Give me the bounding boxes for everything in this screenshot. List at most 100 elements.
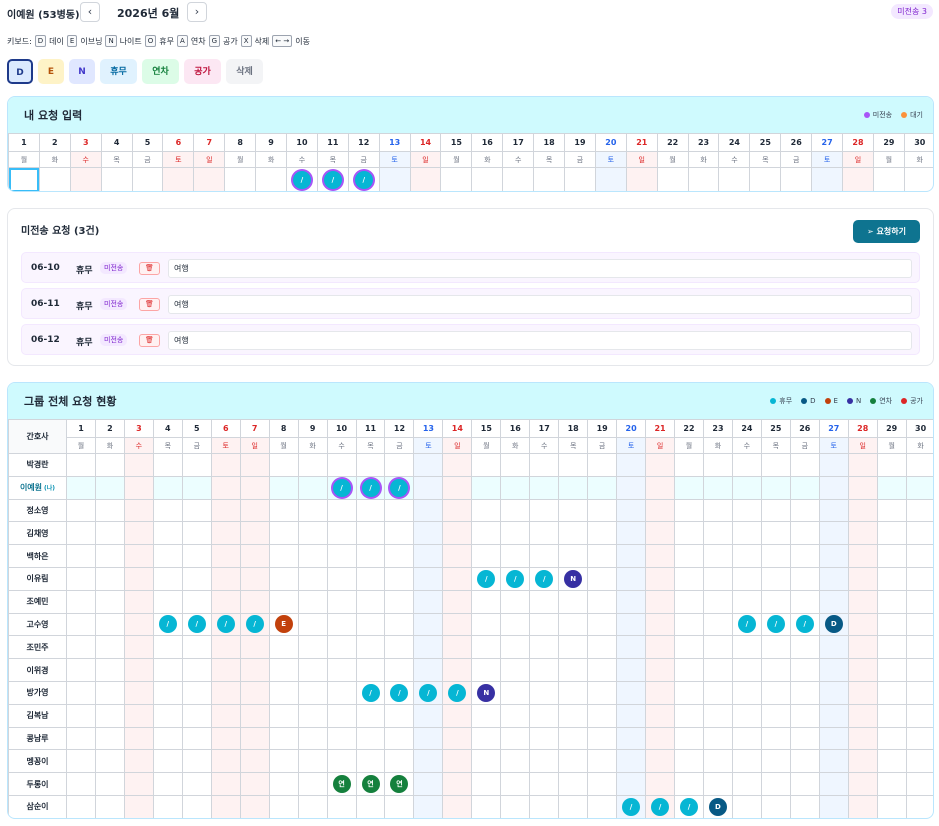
key-cap: X (240, 35, 252, 47)
my-request-cell[interactable] (255, 167, 288, 191)
my-request-cell[interactable] (224, 167, 257, 191)
my-request-cell[interactable] (749, 167, 782, 191)
shift-button[interactable]: D (7, 59, 33, 84)
nurse-day-cell (413, 521, 444, 546)
my-request-cell[interactable] (38, 167, 71, 191)
my-request-cell[interactable] (471, 167, 504, 191)
nurse-day-cell (152, 498, 183, 523)
delete-request-button[interactable]: 🗑 (139, 262, 160, 275)
nurse-day-cell (152, 658, 183, 682)
nurse-day-cell (529, 521, 560, 546)
nurse-day-cell (702, 635, 733, 660)
day-number: 28 (847, 419, 878, 438)
nurse-day-cell: / (152, 612, 183, 637)
my-request-cell[interactable] (502, 167, 535, 191)
key-cap: D (34, 35, 47, 47)
day-number: 12 (347, 133, 380, 152)
nurse-day-cell (355, 658, 386, 682)
request-status-badge: 미전송 (100, 334, 128, 346)
off-request-icon: / (419, 683, 438, 702)
nurse-day-cell (674, 635, 704, 660)
my-request-cell[interactable] (162, 167, 195, 191)
nurse-day-cell (876, 772, 907, 796)
day-number: 23 (687, 133, 720, 152)
nurse-day-cell (239, 589, 270, 614)
nurse-day-cell (297, 794, 328, 818)
nurse-day-cell (847, 772, 878, 796)
shift-button[interactable]: N (69, 59, 95, 84)
request-note-input[interactable]: 여행 (168, 331, 912, 350)
nurse-day-cell (471, 703, 502, 728)
my-request-cell[interactable] (193, 167, 226, 191)
request-date: 06-12 (31, 335, 60, 345)
my-request-cell[interactable] (811, 167, 844, 191)
my-request-cell[interactable] (656, 167, 689, 191)
my-request-cell[interactable]: / (347, 167, 380, 191)
my-request-cell[interactable] (409, 167, 442, 191)
keyboard-label: 키보드: (7, 36, 32, 46)
my-request-cell[interactable] (687, 167, 720, 191)
shift-button[interactable]: E (38, 59, 64, 84)
nurse-name: 고수영 (26, 619, 49, 629)
nurse-day-cell (268, 475, 299, 500)
nurse-day-cell (297, 772, 328, 796)
my-request-cell[interactable] (100, 167, 133, 191)
request-note-input[interactable]: 여행 (168, 259, 912, 278)
nurse-day-cell (731, 680, 762, 705)
my-request-cell[interactable] (718, 167, 751, 191)
legend-item: 대기 (901, 110, 923, 120)
my-request-cell[interactable]: / (286, 167, 318, 191)
shift-button[interactable]: 연차 (142, 59, 179, 84)
weekday-label: 월 (872, 151, 905, 168)
my-request-cell[interactable]: / (316, 167, 349, 191)
my-request-cell[interactable] (594, 167, 627, 191)
my-request-cell[interactable] (131, 167, 164, 191)
my-request-cell[interactable] (872, 167, 905, 191)
nurse-name-cell: 김복남 (8, 703, 67, 728)
my-request-cell[interactable] (440, 167, 473, 191)
nurse-day-cell (702, 749, 733, 774)
shift-button[interactable]: 공가 (184, 59, 221, 84)
my-request-cell[interactable] (625, 167, 658, 191)
shift-button[interactable]: 삭제 (226, 59, 263, 84)
my-request-cell[interactable] (8, 167, 40, 191)
nurse-day-cell: / (326, 475, 357, 500)
nurse-day-cell (702, 453, 733, 477)
my-request-cell[interactable] (780, 167, 813, 191)
weekday-label: 일 (842, 151, 874, 168)
shift-button[interactable]: 휴무 (100, 59, 137, 84)
nurse-day-cell (818, 703, 849, 728)
my-request-cell[interactable] (842, 167, 874, 191)
nurse-day-cell (210, 772, 241, 796)
my-request-cell[interactable] (378, 167, 411, 191)
request-note-input[interactable]: 여행 (168, 295, 912, 314)
nurse-day-cell (123, 703, 154, 728)
nurse-day-cell (384, 521, 415, 546)
weekday-label: 일 (645, 437, 676, 454)
delete-request-button[interactable]: 🗑 (139, 334, 160, 347)
weekday-label: 금 (789, 437, 820, 454)
nurse-day-cell (181, 772, 212, 796)
weekday-label: 화 (38, 151, 71, 168)
submit-request-button[interactable]: ➢ 요청하기 (853, 220, 920, 243)
delete-request-button[interactable]: 🗑 (139, 298, 160, 311)
nurse-day-cell (587, 772, 618, 796)
legend-dot-icon (901, 398, 908, 404)
my-request-cell[interactable] (564, 167, 596, 191)
weekday-label: 일 (239, 437, 270, 454)
nurse-day-cell (442, 612, 473, 637)
nurse-day-cell (645, 680, 676, 705)
my-request-cell[interactable] (903, 167, 933, 191)
off-request-icon: / (390, 478, 409, 497)
nurse-day-cell (442, 566, 473, 591)
day-number: 17 (529, 419, 560, 438)
key-label: 삭제 (254, 36, 270, 46)
prev-month-button[interactable]: ‹ (80, 2, 100, 22)
nurse-day-cell (297, 453, 328, 477)
my-request-cell[interactable] (69, 167, 102, 191)
nurse-day-cell (731, 635, 762, 660)
next-month-button[interactable]: › (187, 2, 207, 22)
my-request-cell[interactable] (533, 167, 566, 191)
nurse-day-cell (384, 589, 415, 614)
nurse-day-cell (674, 566, 704, 591)
